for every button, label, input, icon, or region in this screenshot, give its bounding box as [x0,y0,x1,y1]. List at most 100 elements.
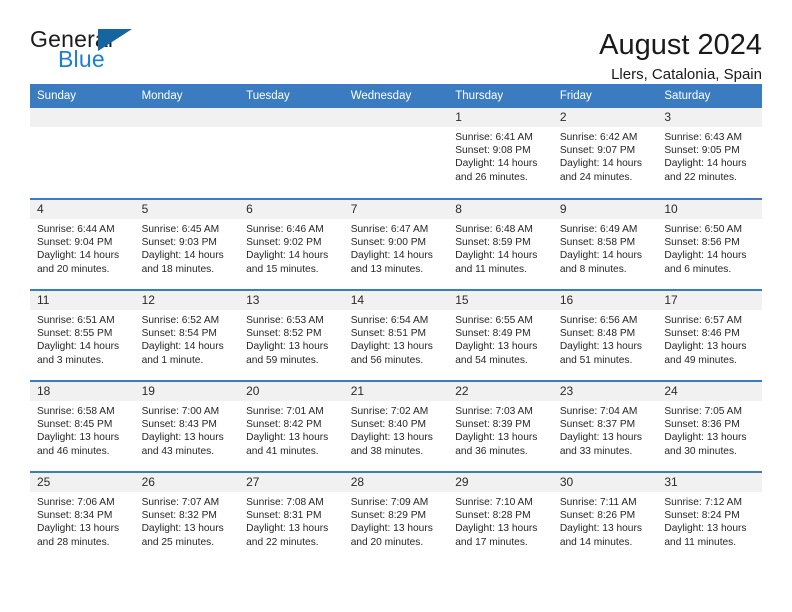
calendar-day-cell[interactable]: 5 Sunrise: 6:45 AM Sunset: 9:03 PM Daylight… [134,198,240,290]
day-details: Sunrise: 7:09 AM Sunset: 8:29 PM Daylight:… [344,492,449,549]
day-details: Sunrise: 7:07 AM Sunset: 8:32 PM Daylight:… [135,492,240,549]
calendar-day-cell[interactable]: 29 Sunrise: 7:10 AM Sunset: 8:28 PM Dayligh… [448,471,553,563]
daylight-duration-line2: and 36 minutes. [455,445,528,457]
day-number: 22 [448,382,553,401]
calendar-day-cell[interactable]: 22 Sunrise: 7:03 AM Sunset: 8:39 PM Dayligh… [448,380,553,472]
daylight-duration-line1: Daylight: 14 hours [455,250,538,262]
sunset-time: Sunset: 8:32 PM [141,510,217,522]
calendar-day-cell[interactable]: 16 Sunrise: 6:56 AM Sunset: 8:48 PM Dayligh… [552,289,658,381]
daylight-duration-line1: Daylight: 13 hours [455,341,538,353]
sunrise-time: Sunrise: 7:08 AM [246,497,324,508]
day-details: Sunrise: 6:49 AM Sunset: 8:58 PM Daylight:… [553,219,658,276]
sunset-time: Sunset: 8:43 PM [141,419,217,431]
calendar-day-cell[interactable]: 30 Sunrise: 7:11 AM Sunset: 8:26 PM Dayligh… [552,471,658,563]
general-blue-logo[interactable]: General Blue [30,28,160,76]
daylight-duration-line2: and 14 minutes. [559,536,633,548]
day-number: 1 [448,108,553,127]
day-details: Sunrise: 6:48 AM Sunset: 8:59 PM Daylight:… [448,219,553,276]
calendar-day-cell[interactable]: 3 Sunrise: 6:43 AM Sunset: 9:05 PM Daylight… [657,108,762,199]
day-number: 2 [552,108,658,127]
calendar-day-cell[interactable]: 23 Sunrise: 7:04 AM Sunset: 8:37 PM Dayligh… [552,380,658,472]
daylight-duration-line1: Daylight: 14 hours [350,250,433,262]
sunrise-time: Sunrise: 7:07 AM [141,497,220,508]
daylight-duration-line2: and 25 minutes. [141,536,215,548]
day-number: 17 [657,291,762,310]
calendar-day-cell[interactable]: 1 Sunrise: 6:41 AM Sunset: 9:08 PM Daylight… [448,108,553,199]
calendar-day-cell[interactable]: 31 Sunrise: 7:12 AM Sunset: 8:24 PM Dayligh… [657,471,762,563]
sunset-time: Sunset: 8:40 PM [350,419,427,431]
calendar-day-cell[interactable]: 17 Sunrise: 6:57 AM Sunset: 8:46 PM Dayligh… [657,289,762,381]
daylight-duration-line2: and 13 minutes. [350,263,424,275]
day-details: Sunrise: 6:44 AM Sunset: 9:04 PM Daylight:… [30,219,135,276]
calendar-day-cell[interactable]: 14 Sunrise: 6:54 AM Sunset: 8:51 PM Dayligh… [343,289,449,381]
day-number: 14 [343,291,449,310]
daylight-duration-line2: and 18 minutes. [141,263,215,275]
day-number: 8 [448,200,553,219]
calendar-page: General Blue August 2024 Llers, Cataloni… [0,0,792,612]
sunrise-time: Sunrise: 6:42 AM [559,132,638,143]
sunrise-time: Sunrise: 7:04 AM [559,406,638,417]
calendar-day-cell[interactable]: 9 Sunrise: 6:49 AM Sunset: 8:58 PM Daylight… [552,198,658,290]
daylight-duration-line2: and 33 minutes. [559,445,633,457]
calendar-day-cell[interactable]: 10 Sunrise: 6:50 AM Sunset: 8:56 PM Dayligh… [657,198,762,290]
day-details: Sunrise: 6:57 AM Sunset: 8:46 PM Daylight:… [657,310,762,367]
calendar-week-row: 1 Sunrise: 6:41 AM Sunset: 9:08 PM Daylight… [30,108,762,199]
day-number: 30 [552,473,658,492]
calendar-day-cell[interactable]: 11 Sunrise: 6:51 AM Sunset: 8:55 PM Dayligh… [30,289,135,381]
calendar-grid: Sunday Monday Tuesday Wednesday Thursday… [30,84,762,563]
sunrise-time: Sunrise: 6:51 AM [37,315,115,326]
sunrise-time: Sunrise: 6:56 AM [559,315,638,326]
calendar-day-cell[interactable]: 2 Sunrise: 6:42 AM Sunset: 9:07 PM Daylight… [552,108,658,199]
calendar-day-cell-empty [239,108,344,199]
calendar-day-cell[interactable]: 28 Sunrise: 7:09 AM Sunset: 8:29 PM Dayligh… [343,471,449,563]
calendar-day-cell[interactable]: 4 Sunrise: 6:44 AM Sunset: 9:04 PM Daylight… [30,198,135,290]
calendar-day-cell[interactable]: 21 Sunrise: 7:02 AM Sunset: 8:40 PM Dayligh… [343,380,449,472]
sunset-time: Sunset: 8:29 PM [350,510,427,522]
day-number: 10 [657,200,762,219]
page-header: General Blue August 2024 Llers, Cataloni… [30,0,762,83]
sunrise-time: Sunrise: 6:50 AM [664,224,742,235]
daylight-duration-line1: Daylight: 14 hours [455,158,538,170]
calendar-day-cell[interactable]: 25 Sunrise: 7:06 AM Sunset: 8:34 PM Dayligh… [30,471,135,563]
daylight-duration-line2: and 17 minutes. [455,536,528,548]
day-details: Sunrise: 7:04 AM Sunset: 8:37 PM Daylight:… [553,401,658,458]
daylight-duration-line2: and 38 minutes. [350,445,424,457]
weekday-header-monday: Monday [134,84,240,108]
day-details: Sunrise: 7:12 AM Sunset: 8:24 PM Daylight:… [657,492,762,549]
title-block: August 2024 Llers, Catalonia, Spain [599,28,762,83]
daylight-duration-line2: and 20 minutes. [37,263,110,275]
daylight-duration-line1: Daylight: 13 hours [455,432,538,444]
day-details: Sunrise: 7:10 AM Sunset: 8:28 PM Daylight:… [448,492,553,549]
calendar-day-cell[interactable]: 7 Sunrise: 6:47 AM Sunset: 9:00 PM Daylight… [343,198,449,290]
sunrise-time: Sunrise: 7:02 AM [350,406,429,417]
day-number [134,108,240,127]
sunrise-time: Sunrise: 6:53 AM [246,315,324,326]
calendar-day-cell[interactable]: 15 Sunrise: 6:55 AM Sunset: 8:49 PM Dayligh… [448,289,553,381]
daylight-duration-line1: Daylight: 13 hours [246,432,329,444]
calendar-day-cell[interactable]: 24 Sunrise: 7:05 AM Sunset: 8:36 PM Dayligh… [657,380,762,472]
daylight-duration-line1: Daylight: 14 hours [141,250,224,262]
daylight-duration-line1: Daylight: 13 hours [350,432,433,444]
day-details: Sunrise: 6:41 AM Sunset: 9:08 PM Daylight:… [448,127,553,184]
day-details: Sunrise: 7:06 AM Sunset: 8:34 PM Daylight:… [30,492,135,549]
day-details: Sunrise: 7:08 AM Sunset: 8:31 PM Daylight:… [239,492,344,549]
calendar-day-cell[interactable]: 20 Sunrise: 7:01 AM Sunset: 8:42 PM Dayligh… [239,380,344,472]
day-number: 4 [30,200,135,219]
calendar-day-cell[interactable]: 18 Sunrise: 6:58 AM Sunset: 8:45 PM Dayligh… [30,380,135,472]
day-number: 21 [343,382,449,401]
calendar-day-cell[interactable]: 13 Sunrise: 6:53 AM Sunset: 8:52 PM Dayligh… [239,289,344,381]
sunset-time: Sunset: 8:46 PM [664,328,740,340]
calendar-day-cell[interactable]: 27 Sunrise: 7:08 AM Sunset: 8:31 PM Dayligh… [239,471,344,563]
calendar-day-cell[interactable]: 26 Sunrise: 7:07 AM Sunset: 8:32 PM Dayligh… [134,471,240,563]
calendar-day-cell[interactable]: 12 Sunrise: 6:52 AM Sunset: 8:54 PM Dayligh… [134,289,240,381]
calendar-body: 1 Sunrise: 6:41 AM Sunset: 9:08 PM Daylight… [30,108,762,563]
calendar-day-cell[interactable]: 6 Sunrise: 6:46 AM Sunset: 9:02 PM Daylight… [239,198,344,290]
daylight-duration-line2: and 11 minutes. [455,263,527,275]
calendar-day-cell[interactable]: 19 Sunrise: 7:00 AM Sunset: 8:43 PM Dayligh… [134,380,240,472]
daylight-duration-line1: Daylight: 14 hours [141,341,224,353]
calendar-day-cell[interactable]: 8 Sunrise: 6:48 AM Sunset: 8:59 PM Daylight… [448,198,553,290]
daylight-duration-line2: and 1 minute. [141,354,204,366]
sunset-time: Sunset: 9:07 PM [559,145,636,157]
sunrise-time: Sunrise: 7:11 AM [559,497,637,508]
sunset-time: Sunset: 8:48 PM [559,328,636,340]
